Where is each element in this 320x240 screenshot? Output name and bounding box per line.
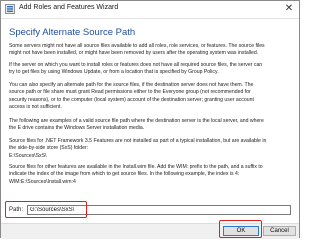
close-button[interactable]: ✕ (283, 3, 295, 15)
path-row: Path: (3, 204, 299, 217)
cancel-button[interactable]: Cancel (263, 226, 296, 236)
path-label: Path: (9, 207, 24, 213)
paragraph-windows-update: If the server on which you want to insta… (9, 62, 263, 76)
page-heading: Specify Alternate Source Path (9, 27, 136, 38)
dialog-window: Add Roles and Features Wizard ✕ Specify … (0, 0, 300, 239)
server-manager-icon (5, 4, 15, 14)
title-bar: Add Roles and Features Wizard ✕ (1, 1, 299, 19)
paragraph-alternate-path: You can also specify an alternate path f… (9, 82, 254, 111)
ok-button[interactable]: OK (223, 226, 259, 236)
paragraph-example-intro: The following are examples of a valid so… (9, 118, 264, 132)
window-title: Add Roles and Features Wizard (19, 4, 119, 11)
paragraph-wim-source: Source files for other features are avai… (9, 164, 263, 185)
paragraph-missing-sources: Some servers might not have all source f… (9, 43, 265, 57)
close-icon: ✕ (284, 3, 294, 14)
path-input[interactable] (27, 205, 291, 215)
paragraph-netfx-source: Source files for .NET Framework 3.5 Feat… (9, 138, 267, 159)
